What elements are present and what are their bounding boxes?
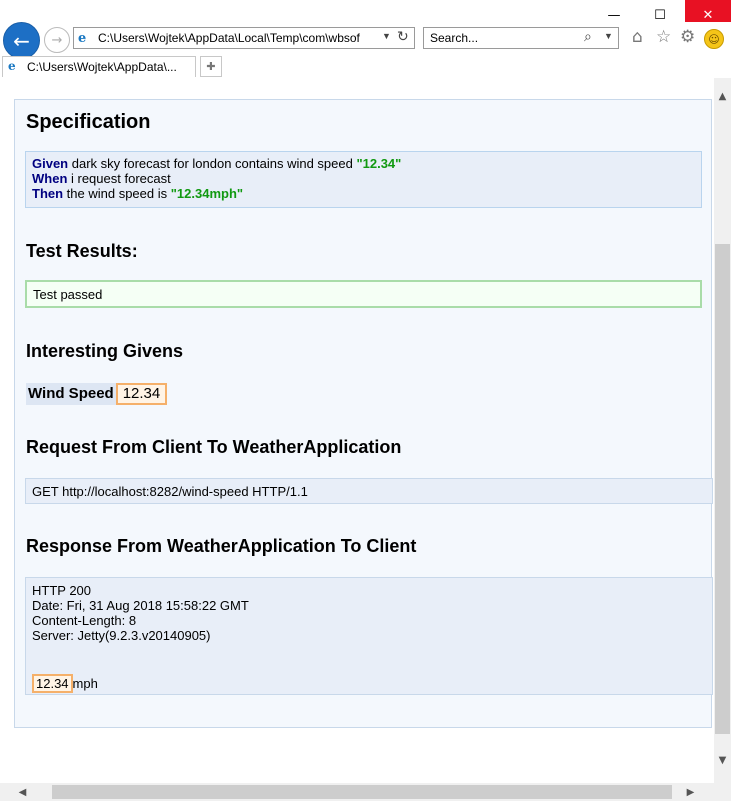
report-container: Specification Given dark sky forecast fo…: [14, 99, 713, 728]
given-value-box: 12.34: [115, 383, 168, 405]
back-icon: ←: [13, 28, 30, 53]
ie-icon: e: [78, 31, 87, 46]
settings-icon[interactable]: ⚙: [680, 27, 695, 47]
request-box: GET http://localhost:8282/wind-speed HTT…: [25, 478, 713, 504]
scroll-down-icon[interactable]: ▼: [714, 752, 731, 769]
close-icon: ✕: [702, 7, 714, 23]
then-line: Then the wind speed is "12.34mph": [32, 186, 695, 201]
response-body-suffix: mph: [72, 676, 98, 691]
spec-heading: Specification: [26, 111, 151, 133]
address-bar[interactable]: e C:\Users\Wojtek\AppData\Local\Temp\com…: [73, 27, 415, 49]
horizontal-scroll-thumb[interactable]: [52, 785, 672, 799]
favorites-icon[interactable]: ☆: [656, 27, 671, 47]
response-body: 12.34 mph: [32, 674, 98, 693]
given-line: Given dark sky forecast for london conta…: [32, 156, 695, 171]
address-dropdown-icon[interactable]: ▼: [382, 31, 391, 41]
tab-label: C:\Users\Wojtek\AppData\...: [27, 60, 177, 74]
then-keyword: Then: [32, 186, 64, 201]
givens-heading: Interesting Givens: [26, 341, 184, 361]
search-box[interactable]: Search... ⌕ ▼: [423, 27, 619, 49]
given-text: dark sky forecast for london contains wi…: [68, 156, 357, 171]
home-icon[interactable]: ⌂: [632, 27, 643, 47]
horizontal-scrollbar[interactable]: ◀ ▶: [0, 783, 714, 801]
search-input[interactable]: Search...: [430, 31, 478, 45]
forward-button[interactable]: →: [44, 27, 70, 53]
search-dropdown-icon[interactable]: ▼: [604, 31, 613, 41]
address-input[interactable]: C:\Users\Wojtek\AppData\Local\Temp\com\w…: [98, 31, 360, 45]
search-icon[interactable]: ⌕: [584, 29, 592, 45]
response-server: Server: Jetty(9.2.3.v20140905): [32, 628, 211, 643]
forward-icon: →: [51, 32, 63, 48]
given-name: Wind Speed: [26, 383, 116, 405]
vertical-scrollbar[interactable]: ▲ ▼: [714, 78, 731, 783]
response-date: Date: Fri, 31 Aug 2018 15:58:22 GMT: [32, 598, 249, 613]
request-heading: Request From Client To WeatherApplicatio…: [26, 437, 402, 457]
response-box: HTTP 200 Date: Fri, 31 Aug 2018 15:58:22…: [25, 577, 713, 695]
request-line: GET http://localhost:8282/wind-speed HTT…: [32, 484, 308, 499]
when-text: i request forecast: [67, 171, 171, 186]
results-heading: Test Results:: [26, 241, 138, 261]
given-value: "12.34": [356, 156, 402, 171]
given-keyword: Given: [32, 156, 69, 171]
feedback-glyph: ☺: [708, 32, 720, 46]
smiley-icon[interactable]: ☺: [704, 29, 724, 49]
new-tab-icon: ✚: [206, 60, 216, 73]
response-body-value: 12.34: [32, 674, 73, 693]
page-viewport: Specification Given dark sky forecast fo…: [0, 78, 714, 783]
minimize-icon: —: [607, 7, 621, 23]
scroll-right-icon[interactable]: ▶: [682, 783, 699, 801]
tab-bar: e C:\Users\Wojtek\AppData\... ✚: [0, 56, 731, 77]
title-bar: — ☐ ✕: [0, 0, 731, 30]
when-keyword: When: [32, 171, 68, 186]
response-status: HTTP 200: [32, 583, 92, 598]
scroll-left-icon[interactable]: ◀: [14, 783, 31, 801]
refresh-icon[interactable]: ↻: [397, 29, 409, 45]
then-text: the wind speed is: [63, 186, 171, 201]
vertical-scroll-thumb[interactable]: [715, 244, 730, 734]
test-result-box: Test passed: [25, 280, 702, 308]
scroll-up-icon[interactable]: ▲: [714, 88, 731, 105]
response-heading: Response From WeatherApplication To Clie…: [26, 536, 417, 556]
maximize-icon: ☐: [654, 7, 666, 23]
response-content-length: Content-Length: 8: [32, 613, 137, 628]
navigation-bar: ← → e C:\Users\Wojtek\AppData\Local\Temp…: [0, 22, 731, 59]
scrollbar-corner: [714, 783, 731, 801]
tab-current[interactable]: e C:\Users\Wojtek\AppData\...: [2, 56, 196, 77]
then-value: "12.34mph": [170, 186, 244, 201]
ie-icon: e: [8, 59, 16, 73]
given-entry: Wind Speed 12.34: [26, 383, 168, 405]
specification-box: Given dark sky forecast for london conta…: [25, 151, 702, 208]
when-line: When i request forecast: [32, 171, 695, 186]
back-button[interactable]: ←: [3, 22, 40, 59]
new-tab-button[interactable]: ✚: [200, 56, 222, 77]
test-result-text: Test passed: [33, 287, 103, 302]
